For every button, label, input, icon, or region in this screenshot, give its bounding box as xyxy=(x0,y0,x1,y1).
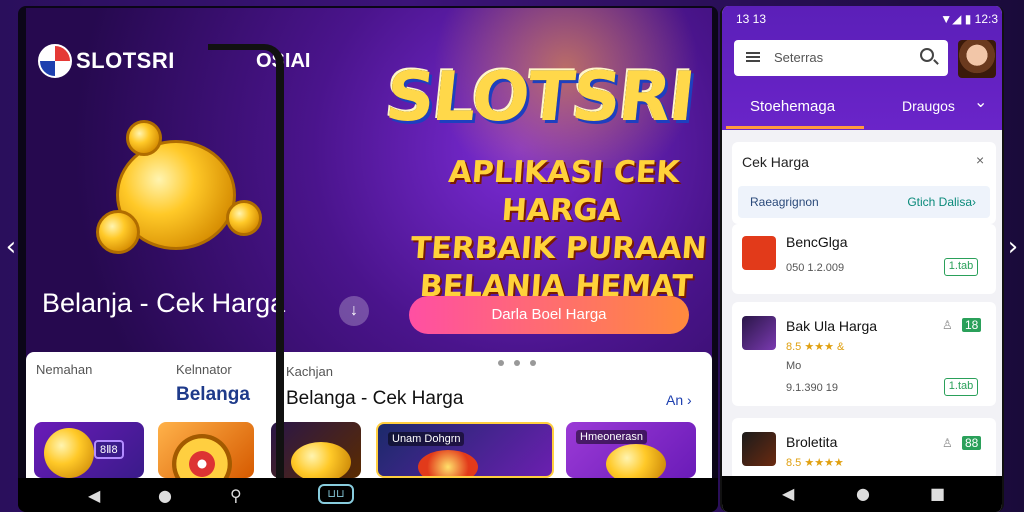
app-header: 13 13 ▼◢ ▮ 12:3 Seterras Stoehemaga Drau… xyxy=(722,6,1002,130)
search-icon[interactable] xyxy=(920,48,934,62)
hero-tagline: APLIKASI CEK HARGA TERBAIK PURAAN BELANJ… xyxy=(405,154,712,306)
brand[interactable]: SLOTSRI xyxy=(38,44,175,78)
tab-indicator xyxy=(726,126,864,129)
home-icon[interactable]: ● xyxy=(856,484,870,503)
thumb-label: Hmeonerasn xyxy=(576,430,647,444)
panel-row[interactable]: Raeagrignon Gtich Dalisa› xyxy=(738,186,990,218)
item-rating: 8.5 ★★★ & xyxy=(786,341,845,353)
item-rating: 8.5 ★★★★ xyxy=(786,457,844,469)
brand-name: SLOTSRI xyxy=(76,48,175,73)
system-navbar: ◀ ● ⚲ ⊔⊔ xyxy=(18,478,718,512)
list-item[interactable]: Bak Ula Harga 8.5 ★★★ & Mo 9.1.390 19 ♙ … xyxy=(732,302,996,406)
tab-nemahan[interactable]: Nemahan xyxy=(36,362,92,377)
left-device: SLOTSRI OSIAI SLOTSRI APLIKASI CEK HARGA… xyxy=(18,6,718,512)
tab-active[interactable]: Stoehemaga xyxy=(750,98,835,115)
tagline-line: TERBAIK PURAAN xyxy=(409,231,708,266)
cek-harga-panel: Cek Harga × Raeagrignon Gtich Dalisa› xyxy=(732,142,996,224)
next-arrow-icon[interactable]: › xyxy=(1004,232,1022,262)
carousel-dots[interactable] xyxy=(498,360,536,366)
panel-row-link[interactable]: Gtich Dalisa› xyxy=(907,195,976,209)
status-time-right: 12:3 xyxy=(974,12,998,26)
item-meta: Mo xyxy=(786,360,802,372)
status-bar: 13 13 ▼◢ ▮ 12:3 xyxy=(736,12,998,26)
item-chip[interactable]: 1.tab xyxy=(944,258,978,276)
see-all-link[interactable]: An › xyxy=(666,392,692,408)
chevron-down-icon[interactable]: ⌄ xyxy=(974,92,987,111)
hero-title: SLOTSRI xyxy=(381,58,697,137)
game-thumbnail[interactable]: Hmeonerasn xyxy=(566,422,696,478)
status-icons: ▼◢ ▮ xyxy=(940,12,972,26)
item-price: 050 1.2.009 xyxy=(786,262,845,274)
item-name: Bak Ula Harga xyxy=(786,318,878,334)
close-icon[interactable]: × xyxy=(976,152,984,168)
section-title: Belanga - Cek Harga xyxy=(286,388,464,409)
scroll-down-button[interactable]: ↓ xyxy=(339,296,369,326)
item-count: 18 xyxy=(962,318,982,332)
person-icon: ♙ xyxy=(942,436,953,450)
thumb-label: Unam Dohgrn xyxy=(388,432,465,446)
item-chip[interactable]: 1.tab xyxy=(944,378,978,396)
home-icon[interactable]: ● xyxy=(158,486,172,505)
item-name: BencGlga xyxy=(786,234,848,250)
back-icon[interactable]: ◀ xyxy=(782,484,794,503)
person-icon: ♙ xyxy=(942,318,953,332)
tagline-line: APLIKASI CEK HARGA xyxy=(447,155,681,228)
recent-apps-icon[interactable]: ■ xyxy=(930,484,945,503)
thumb-badge: 8Ⅱ8 xyxy=(94,440,124,459)
menu-icon[interactable] xyxy=(746,52,760,62)
game-thumbnail[interactable]: Unam Dohgrn xyxy=(376,422,554,478)
app-icon xyxy=(742,236,776,270)
back-icon[interactable]: ◀ xyxy=(88,486,100,505)
cta-button[interactable]: Darla Boel Harga xyxy=(409,296,689,334)
inner-phone-frame xyxy=(208,44,284,484)
search-bar[interactable]: Seterras xyxy=(734,40,948,76)
game-thumbnail[interactable]: 8Ⅱ8 xyxy=(34,422,144,478)
system-navbar: ◀ ● ■ xyxy=(722,476,1002,512)
item-count: 88 xyxy=(962,436,982,450)
item-price: 9.1.390 19 xyxy=(786,382,838,394)
app-icon xyxy=(742,432,776,466)
tab-switcher-icon[interactable]: ⊔⊔ xyxy=(318,484,354,504)
list-item[interactable]: Broletita 8.5 ★★★★ ♙ 88 xyxy=(732,418,996,480)
item-name: Broletita xyxy=(786,434,838,450)
app-icon xyxy=(742,316,776,350)
avatar[interactable] xyxy=(958,40,996,78)
panel-title: Cek Harga xyxy=(742,154,809,170)
panel-row-label: Raeagrignon xyxy=(750,195,819,209)
list-item[interactable]: BencGlga 050 1.2.009 1.tab xyxy=(732,224,996,294)
game-thumbnail[interactable] xyxy=(271,422,361,478)
search-icon[interactable]: ⚲ xyxy=(230,486,242,505)
content-card: Nemahan Kelnnator Kachjan Belanga Belang… xyxy=(26,352,712,478)
status-time-left: 13 13 xyxy=(736,12,767,26)
right-device: 13 13 ▼◢ ▮ 12:3 Seterras Stoehemaga Drau… xyxy=(720,6,1004,512)
tab-other[interactable]: Draugos xyxy=(902,98,955,114)
search-input[interactable]: Seterras xyxy=(774,50,823,65)
brand-logo-icon xyxy=(38,44,72,78)
tab-kachjan[interactable]: Kachjan xyxy=(286,364,333,379)
